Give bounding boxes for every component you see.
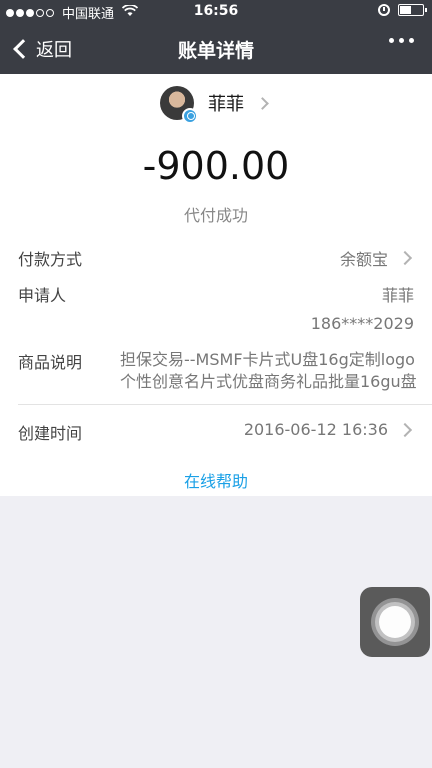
payee-row[interactable]: 菲菲	[160, 86, 269, 124]
created-time-label: 创建时间	[18, 424, 83, 443]
divider	[18, 404, 432, 405]
more-dots-icon[interactable]	[389, 38, 414, 43]
battery-level	[400, 6, 411, 14]
applicant-phone-row: 186****2029	[18, 314, 414, 338]
payment-method-value: 余额宝	[339, 250, 388, 269]
description-label: 商品说明	[18, 353, 83, 372]
status-time: 16:56	[193, 3, 239, 19]
payment-method-row[interactable]: 付款方式 余额宝	[18, 246, 414, 270]
nav-bar: 返回 账单详情	[0, 24, 432, 74]
battery-icon	[398, 4, 427, 16]
chevron-right-icon	[256, 96, 269, 110]
chevron-right-icon	[397, 422, 413, 437]
page-title: 账单详情	[177, 40, 254, 62]
payee-name: 菲菲	[208, 94, 244, 115]
description-value: 担保交易--MSMF卡片式U盘16g定制logo个性创意名片式优盘商务礼品批量1…	[120, 350, 417, 391]
amount: -900.00	[142, 144, 290, 188]
created-time-value: 2016-06-12 16:36	[243, 420, 388, 439]
assistive-touch-icon[interactable]	[360, 587, 430, 657]
online-help-link[interactable]: 在线帮助	[0, 468, 432, 492]
created-time-row[interactable]: 创建时间 2016-06-12 16:36	[18, 420, 414, 444]
applicant-phone: 186****2029	[310, 314, 414, 333]
avatar	[160, 86, 198, 124]
verified-badge-icon	[182, 108, 198, 124]
applicant-name: 菲菲	[381, 286, 414, 305]
applicant-label: 申请人	[18, 286, 67, 305]
payment-method-value-wrap: 余额宝	[340, 246, 414, 270]
top-bar: 中国联通 16:56 返回 账单详情	[0, 0, 432, 74]
applicant-row: 申请人 菲菲	[18, 282, 414, 306]
alarm-icon	[378, 4, 390, 16]
status-bar: 中国联通 16:56	[0, 0, 432, 24]
payment-status: 代付成功	[183, 206, 248, 225]
payment-method-label: 付款方式	[18, 250, 83, 269]
chevron-right-icon	[397, 250, 413, 266]
status-right	[378, 4, 427, 16]
bill-detail-card: 菲菲 -900.00 代付成功 付款方式 余额宝 申请人 菲菲 186****2…	[0, 74, 432, 496]
created-time-value-wrap: 2016-06-12 16:36	[244, 420, 414, 439]
